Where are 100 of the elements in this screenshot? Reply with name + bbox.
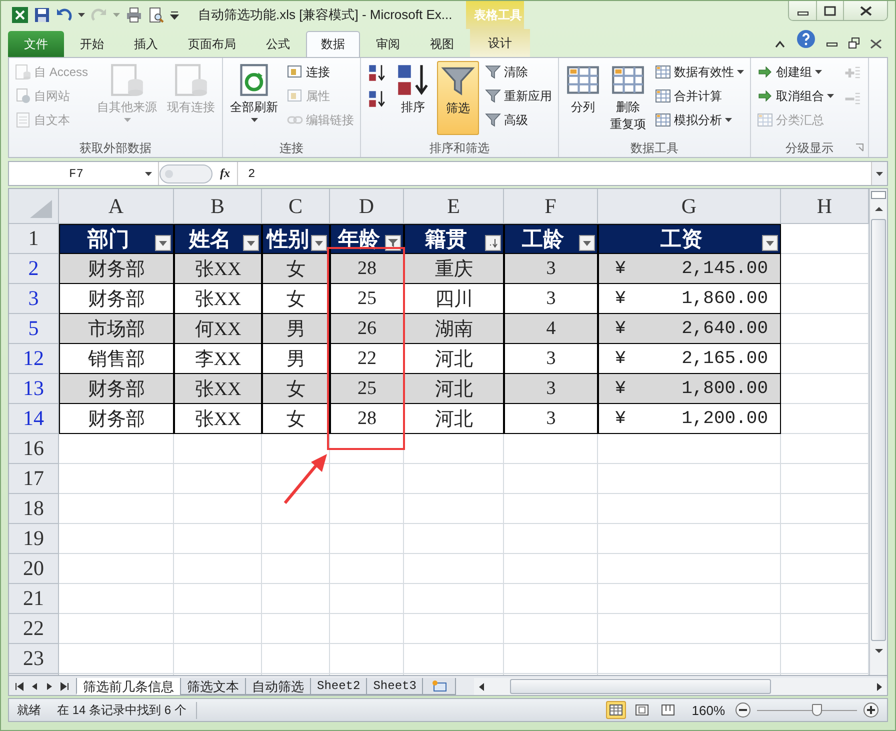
column-header[interactable]: C	[262, 189, 330, 224]
row-header[interactable]: 20	[9, 554, 59, 584]
ribbon-tab[interactable]: 页面布局	[174, 31, 250, 57]
previous-sheet-icon[interactable]	[30, 682, 39, 691]
name-box[interactable]: F7	[9, 162, 159, 185]
ribbon-button[interactable]: 排序	[393, 61, 434, 135]
scroll-right-icon[interactable]	[875, 682, 883, 692]
splitter-handle-icon[interactable]	[159, 164, 213, 184]
row-header[interactable]: 5	[9, 314, 59, 344]
insert-function-button[interactable]: fx	[213, 166, 237, 181]
sheet-tab[interactable]: 自动筛选	[245, 678, 311, 695]
maximize-button[interactable]	[816, 1, 843, 20]
filter-dropdown-button[interactable]	[155, 235, 171, 251]
row-header[interactable]: 13	[9, 374, 59, 404]
ribbon-button[interactable]: 取消组合	[755, 85, 836, 107]
caret-icon	[827, 94, 834, 98]
ribbon-button[interactable]: 高级	[483, 109, 554, 131]
ribbon-tab[interactable]: 视图	[416, 31, 468, 57]
scroll-left-icon[interactable]	[478, 682, 486, 692]
row-header[interactable]: 2	[9, 254, 59, 284]
column-header[interactable]: A	[59, 189, 174, 224]
ribbon-button[interactable]: 连接	[285, 61, 356, 83]
zoom-slider-thumb[interactable]	[812, 704, 822, 716]
row-header[interactable]: 1	[9, 224, 59, 254]
split-box[interactable]	[871, 191, 886, 199]
ribbon-button[interactable]: 创建组	[755, 61, 836, 83]
first-sheet-icon[interactable]	[15, 682, 24, 691]
column-header[interactable]: F	[504, 189, 598, 224]
ribbon-tab[interactable]: 设计	[470, 29, 530, 57]
row-header[interactable]: 21	[9, 584, 59, 614]
scroll-up-icon[interactable]	[874, 205, 884, 213]
horizontal-scrollbar[interactable]	[474, 678, 887, 695]
scroll-down-icon[interactable]	[874, 647, 884, 655]
insert-sheet-button[interactable]	[422, 678, 456, 695]
minimize-button[interactable]	[789, 1, 816, 20]
ribbon-button[interactable]: 合并计算	[653, 85, 746, 107]
save-icon[interactable]	[34, 7, 50, 23]
spreadsheet-logo-icon[interactable]	[12, 7, 28, 23]
collapse-ribbon-icon[interactable]	[774, 39, 786, 49]
ribbon-tab[interactable]: 文件	[8, 31, 64, 57]
expand-formula-bar-button[interactable]	[871, 162, 887, 185]
zoom-out-icon[interactable]	[735, 702, 751, 718]
sheet-tab[interactable]: Sheet3	[366, 678, 424, 695]
ribbon-button[interactable]: 数据有效性	[653, 61, 746, 83]
filter-dropdown-button[interactable]	[311, 235, 327, 251]
column-header[interactable]: B	[174, 189, 262, 224]
funnel-icon	[388, 238, 398, 248]
ribbon-button[interactable]: 全部刷新	[227, 61, 282, 135]
sheet-tab[interactable]: 筛选文本	[180, 678, 246, 695]
caret-icon	[876, 172, 883, 176]
undo-icon[interactable]	[56, 7, 72, 23]
zoom-in-icon[interactable]	[863, 702, 879, 718]
row-header[interactable]: 19	[9, 524, 59, 554]
close-icon[interactable]	[870, 39, 882, 49]
column-header[interactable]: E	[404, 189, 504, 224]
table-cell: 张XX	[174, 404, 262, 434]
dialog-launcher-icon[interactable]	[855, 143, 864, 152]
currency-symbol: ¥	[615, 378, 626, 398]
column-header[interactable]: H	[781, 189, 869, 224]
column-header[interactable]: D	[330, 189, 404, 224]
row-header[interactable]: 14	[9, 404, 59, 434]
row-header[interactable]: 12	[9, 344, 59, 374]
database-icon	[110, 63, 144, 97]
row-header[interactable]: 23	[9, 644, 59, 674]
filter-dropdown-button[interactable]	[243, 235, 259, 251]
ribbon-button[interactable]: 删除 重复项	[607, 61, 650, 135]
sheet-tab[interactable]: Sheet2	[310, 678, 368, 695]
ribbon-tab[interactable]: 数据	[306, 31, 360, 57]
next-sheet-icon[interactable]	[45, 682, 54, 691]
ribbon-tab[interactable]: 开始	[66, 31, 118, 57]
filter-dropdown-button[interactable]	[579, 235, 595, 251]
printer-icon[interactable]	[126, 7, 142, 23]
ribbon-button[interactable]: 清除	[483, 61, 554, 83]
currency-symbol: ¥	[615, 318, 626, 338]
window-title: 自动筛选功能.xls [兼容模式] - Microsoft Ex...	[198, 6, 454, 24]
ribbon-tab[interactable]: 公式	[252, 31, 304, 57]
ribbon-tab[interactable]: 审阅	[362, 31, 414, 57]
row-header[interactable]: 18	[9, 494, 59, 524]
last-sheet-icon[interactable]	[60, 682, 69, 691]
ribbon-button[interactable]: 分列	[563, 61, 604, 135]
ribbon-tab[interactable]: 插入	[120, 31, 172, 57]
row-header[interactable]: 22	[9, 614, 59, 644]
customize-caret-icon[interactable]	[170, 10, 179, 20]
vertical-scrollbar[interactable]	[869, 189, 887, 675]
ribbon-button[interactable]: 模拟分析	[653, 109, 746, 131]
filter-dropdown-button[interactable]	[485, 235, 501, 251]
restore-icon[interactable]	[848, 37, 860, 49]
row-header[interactable]: 3	[9, 284, 59, 314]
currency-symbol: ¥	[615, 348, 626, 368]
help-icon[interactable]	[796, 29, 816, 49]
column-header[interactable]: G	[598, 189, 781, 224]
row-header[interactable]: 16	[9, 434, 59, 464]
close-button[interactable]	[843, 1, 887, 20]
print-preview-icon[interactable]	[148, 7, 164, 23]
filter-dropdown-button[interactable]	[762, 235, 778, 251]
normal-view-button[interactable]	[606, 701, 626, 719]
ribbon-button[interactable]: 重新应用	[483, 85, 554, 107]
sheet-tab[interactable]: 筛选前几条信息	[76, 678, 181, 695]
ribbon-button[interactable]: 筛选	[437, 61, 480, 135]
row-header[interactable]: 17	[9, 464, 59, 494]
